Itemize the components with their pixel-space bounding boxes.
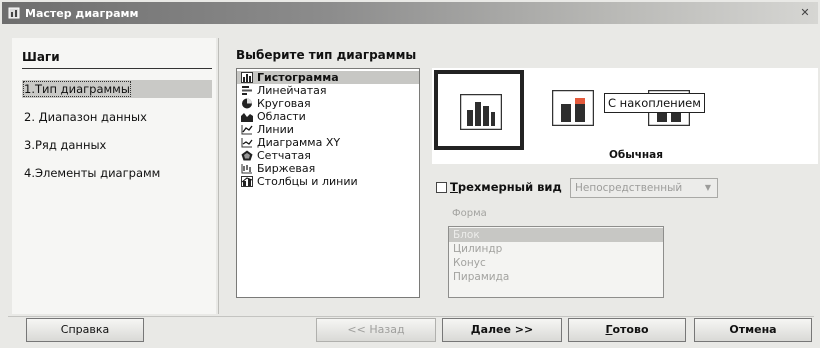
next-button[interactable]: Далее >> [442, 318, 562, 342]
back-button[interactable]: << Назад [316, 318, 436, 342]
finish-button[interactable]: Готово [568, 318, 686, 342]
finish-accel: Г [605, 323, 613, 336]
threed-checkbox-row[interactable]: Трехмерный вид [436, 180, 562, 194]
finish-label: отово [612, 323, 649, 336]
chart-type-item-column-line[interactable]: Столбцы и линии [237, 175, 419, 188]
chart-type-label: Сетчатая [257, 149, 311, 162]
chart-type-label: Столбцы и линии [257, 175, 358, 188]
shape-list[interactable]: Блок Цилиндр Конус Пирамида [448, 226, 664, 298]
button-bar-divider [8, 316, 814, 317]
variant-tooltip: С накоплением [604, 93, 705, 113]
chevron-down-icon: ▼ [704, 183, 712, 192]
chart-type-item-stock[interactable]: Биржевая [237, 162, 419, 175]
threed-scheme-select[interactable]: Непосредственный ▼ [570, 178, 718, 198]
step-label: 3.Ряд данных [24, 138, 107, 152]
chart-type-item-net[interactable]: Сетчатая [237, 149, 419, 162]
step-data-series[interactable]: 3.Ряд данных [22, 136, 212, 154]
shape-item-pyramid[interactable]: Пирамида [449, 270, 663, 284]
step-label: 4.Элементы диаграмм [24, 166, 161, 180]
pie-chart-icon [242, 98, 252, 109]
chart-type-item-area[interactable]: Области [237, 110, 419, 123]
chart-type-list[interactable]: Гистограмма Линейчатая Круговая Области … [236, 68, 420, 298]
chart-type-item-pie[interactable]: Круговая [237, 97, 419, 110]
normal-column-icon [460, 94, 502, 130]
stacked-column-icon [552, 90, 594, 126]
help-button[interactable]: Справка [26, 318, 144, 342]
stock-chart-icon [241, 164, 252, 174]
line-chart-icon [241, 125, 253, 135]
threed-label: рехмерный вид [457, 180, 562, 194]
steps-panel: Шаги 1.Тип диаграммы 2. Диапазон данных … [12, 38, 216, 314]
step-label: 1.Тип диаграммы [23, 81, 131, 97]
variant-normal[interactable] [434, 70, 524, 150]
app-icon [8, 7, 20, 19]
variant-selected-label: Обычная [608, 149, 664, 161]
net-chart-icon [241, 150, 253, 161]
step-chart-elements[interactable]: 4.Элементы диаграмм [22, 164, 212, 182]
steps-title: Шаги [22, 50, 60, 64]
chart-type-item-column[interactable]: Гистограмма [237, 71, 419, 84]
panel-divider [218, 38, 219, 314]
cancel-button[interactable]: Отмена [694, 318, 812, 342]
threed-label-accel: Т [450, 180, 458, 194]
threed-checkbox[interactable] [436, 181, 447, 193]
bar-chart-icon [242, 86, 252, 95]
chart-type-label: Гистограмма [257, 71, 339, 84]
step-chart-type[interactable]: 1.Тип диаграммы [22, 80, 212, 98]
chart-type-item-xy[interactable]: Диаграмма XY [237, 136, 419, 149]
chart-type-label: Линейчатая [257, 84, 327, 97]
chart-type-label: Круговая [257, 97, 311, 110]
step-data-range[interactable]: 2. Диапазон данных [22, 108, 212, 126]
xy-chart-icon [241, 138, 253, 148]
close-icon[interactable]: ✕ [798, 6, 812, 20]
chart-type-item-lines[interactable]: Линии [237, 123, 419, 136]
step-label: 2. Диапазон данных [24, 110, 147, 124]
shape-item-cone[interactable]: Конус [449, 256, 663, 270]
column-chart-icon [241, 72, 253, 83]
window-title: Мастер диаграмм [25, 6, 139, 20]
shape-item-block[interactable]: Блок [449, 228, 663, 242]
chart-type-label: Диаграмма XY [257, 136, 341, 149]
chart-type-label: Линии [257, 123, 294, 136]
area-chart-icon [241, 113, 253, 122]
shape-label: Форма [452, 208, 487, 219]
shape-item-cylinder[interactable]: Цилиндр [449, 242, 663, 256]
threed-scheme-value: Непосредственный [575, 182, 683, 194]
chart-type-label: Биржевая [257, 162, 316, 175]
chart-type-heading: Выберите тип диаграммы [236, 48, 417, 62]
column-line-chart-icon [241, 176, 253, 187]
chart-type-item-bar[interactable]: Линейчатая [237, 84, 419, 97]
title-bar: Мастер диаграмм ✕ [2, 2, 818, 24]
steps-divider [22, 68, 212, 69]
chart-type-label: Области [257, 110, 306, 123]
